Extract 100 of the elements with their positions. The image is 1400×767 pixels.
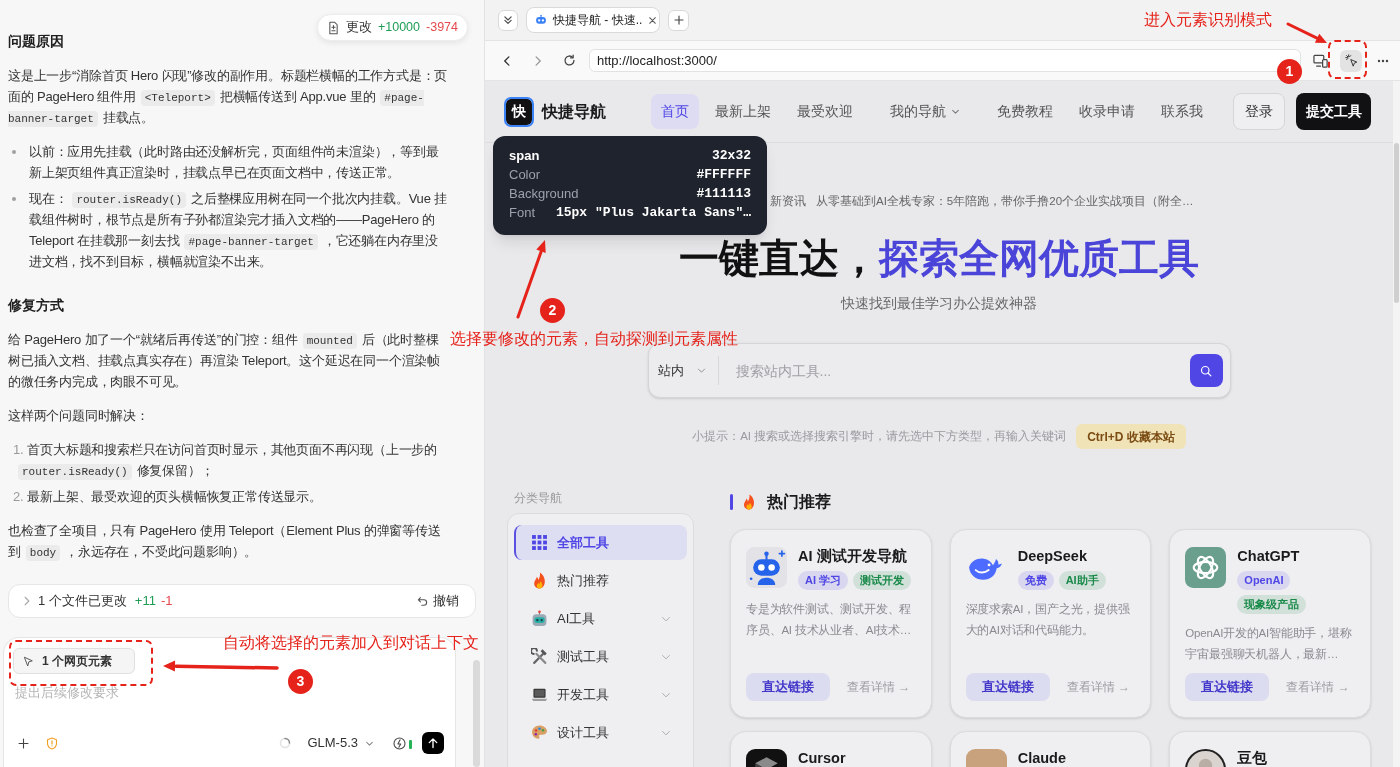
- fire-icon: [741, 494, 757, 510]
- spinner-icon: [279, 737, 292, 749]
- tool-tag: AI 学习: [798, 571, 849, 590]
- reload-icon[interactable]: [562, 54, 576, 67]
- plus-icon[interactable]: [18, 737, 29, 749]
- palette-icon: [531, 724, 548, 741]
- property-value: #FFFFFF: [696, 165, 751, 184]
- section-title: 热门推荐: [767, 492, 831, 512]
- bullet-icon: [12, 150, 16, 154]
- tool-description: OpenAI开发的AI智能助手，堪称宇宙最强聊天机器人，最新…: [1185, 626, 1353, 662]
- fire-icon: [531, 572, 548, 589]
- undo-button[interactable]: 撤销: [417, 591, 459, 611]
- scrollbar-thumb[interactable]: [1394, 143, 1399, 303]
- removed-count: -1: [160, 592, 173, 611]
- category-item[interactable]: AI工具: [514, 601, 687, 636]
- property-label: Color: [509, 165, 541, 184]
- tool-tag: AI助手: [1058, 571, 1106, 590]
- visit-button[interactable]: 直达链接: [1185, 673, 1270, 701]
- tool-name[interactable]: DeepSeek: [1017, 548, 1136, 564]
- robot-icon: [531, 610, 548, 627]
- tool-description: 深度求索AI，国产之光，提供强大的AI对话和代码能力。: [965, 602, 1131, 638]
- list-item: 1. 首页大标题和搜索栏只在访问首页时显示，其他页面不再闪现（上一步的 router.isReady() 修复保留）；: [13, 441, 439, 481]
- tool-tag: OpenAI: [1237, 571, 1291, 590]
- section-heading: 问题原因: [8, 32, 65, 51]
- section-heading: 修复方式: [8, 296, 65, 315]
- property-label: Background: [509, 184, 579, 203]
- tool-name[interactable]: ChatGPT: [1237, 548, 1355, 564]
- list-item: 2. 最新上架、最受欢迎的页头横幅恢复正常传送显示。: [13, 488, 323, 506]
- tool-description: 专是为软件测试、测试开发、程序员、AI 技术从业者、AI技术…: [746, 602, 913, 638]
- cursor-sparkle-icon: [1344, 54, 1358, 67]
- search-icon: [1200, 364, 1212, 377]
- annotation-text: 进入元素识别模式: [1144, 10, 1272, 30]
- paragraph: 这样两个问题同时解决：: [8, 407, 150, 425]
- bullet-icon: [12, 197, 16, 201]
- annotation-arrow: [1286, 22, 1329, 45]
- context-chip[interactable]: 1 个网页元素: [13, 648, 135, 674]
- tool-name[interactable]: AI 测试开发导航: [798, 548, 916, 564]
- tool-tag: 免费: [1017, 571, 1054, 590]
- added-count: +11: [134, 592, 156, 611]
- close-icon[interactable]: [648, 15, 658, 25]
- nav-link[interactable]: 我的导航: [880, 94, 970, 129]
- grid-icon: [531, 534, 548, 551]
- element-picker-button[interactable]: [1340, 49, 1363, 72]
- property-value: #111113: [696, 184, 751, 203]
- browser-tab[interactable]: 快捷导航 - 快速..: [526, 7, 660, 33]
- element-size: 32x32: [712, 146, 751, 165]
- tool-name[interactable]: 豆包: [1237, 750, 1355, 766]
- visit-button[interactable]: 直达链接: [746, 673, 830, 701]
- tool-tag: 现象级产品: [1237, 595, 1307, 614]
- bolt-circle-icon[interactable]: [393, 736, 406, 750]
- devices-icon[interactable]: [1313, 53, 1329, 68]
- send-button[interactable]: [422, 732, 444, 754]
- tab-list-button[interactable]: [498, 9, 518, 31]
- model-selector[interactable]: GLM-5.3: [307, 733, 374, 753]
- ticker-text[interactable]: 从零基础到AI全栈专家：5年陪跑，带你手撸20个企业实战项目（附全…: [816, 192, 1194, 210]
- tool-name[interactable]: Claude: [1017, 750, 1136, 766]
- category-item[interactable]: 开发工具: [514, 677, 687, 712]
- ticker-label: 新资讯: [770, 194, 806, 209]
- category-item[interactable]: 热门推荐: [514, 563, 687, 598]
- logo-mark[interactable]: 快: [506, 98, 532, 125]
- login-button[interactable]: 登录: [1233, 93, 1285, 130]
- more-icon[interactable]: [1377, 58, 1389, 63]
- arrow-up-icon: [427, 737, 439, 749]
- search-hint: 小提示：AI 搜索或选择搜索引擎时，请先选中下方类型，再输入关键词: [692, 428, 1067, 444]
- changed-files-label: 1 个文件已更改: [38, 592, 127, 611]
- tool-name[interactable]: Cursor: [798, 750, 916, 766]
- nav-link[interactable]: 首页: [651, 94, 699, 129]
- property-value: 15px "Plus Jakarta Sans"…: [555, 203, 751, 222]
- new-tab-button[interactable]: [668, 9, 689, 31]
- property-label: Font: [509, 203, 535, 222]
- search-button[interactable]: [1189, 354, 1223, 387]
- file-diff-icon: [326, 20, 340, 35]
- hero-title: 一键直达，探索全网优质工具: [679, 235, 1199, 282]
- nav-link[interactable]: 收录申请: [1069, 94, 1145, 129]
- nav-link[interactable]: 免费教程: [987, 94, 1063, 129]
- tools-icon: [531, 648, 548, 665]
- nav-link[interactable]: 最新上架: [705, 94, 781, 129]
- section-accent-bar: [730, 494, 733, 510]
- visit-button[interactable]: 直达链接: [965, 673, 1050, 701]
- laptop-icon: [531, 686, 548, 703]
- double-chevron-icon: [503, 15, 513, 25]
- submit-button[interactable]: 提交工具: [1296, 93, 1371, 130]
- scrollbar-thumb[interactable]: [473, 660, 480, 767]
- category-item[interactable]: 测试工具: [514, 639, 687, 674]
- robot-icon: [535, 14, 547, 26]
- chevron-down-icon: [696, 366, 706, 375]
- nav-link[interactable]: 最受欢迎: [787, 94, 863, 129]
- category-heading: 分类导航: [513, 490, 563, 506]
- changes-button[interactable]: 更改 +10000 -3974: [316, 14, 468, 41]
- annotation-text: 自动将选择的元素加入到对话上下文: [223, 633, 479, 653]
- tool-tag: 测试开发: [853, 571, 912, 590]
- nav-link[interactable]: 联系我: [1151, 94, 1213, 129]
- category-item[interactable]: 全部工具: [514, 525, 687, 560]
- cursor-icon: [23, 655, 34, 667]
- scope-select[interactable]: 站内: [657, 360, 718, 381]
- hero-subtitle: 快速找到最佳学习办公提效神器: [841, 294, 1037, 313]
- category-item[interactable]: 设计工具: [514, 715, 687, 750]
- undo-icon: [417, 595, 428, 607]
- robot-icon: [746, 547, 787, 588]
- shortcut-badge: Ctrl+D 收藏本站: [1076, 424, 1186, 449]
